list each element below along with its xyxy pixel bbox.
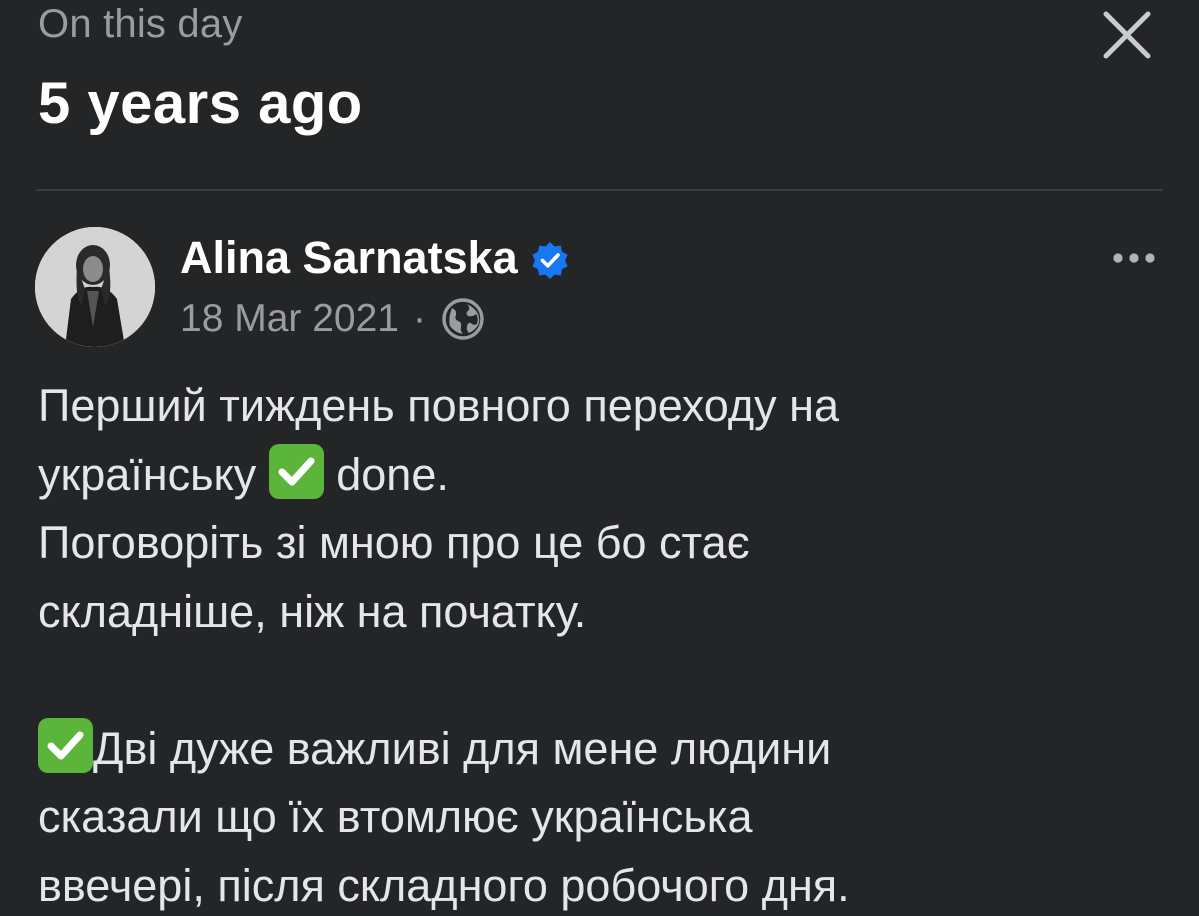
author-name[interactable]: Alina Sarnatska (180, 232, 518, 284)
years-ago-title: 5 years ago (38, 71, 363, 136)
avatar[interactable] (35, 227, 155, 347)
post-line: Перший тиждень повного переходу на (38, 380, 839, 431)
profile-photo (35, 227, 155, 347)
post-line: Дві дуже важливі для мене людини (38, 715, 1178, 784)
author-name-row[interactable]: Alina Sarnatska (180, 232, 570, 284)
post-line-text: done. (323, 448, 449, 500)
check-mark-emoji-icon (38, 717, 93, 773)
post-line: складніше, ніж на початку. (38, 585, 587, 637)
post-line-text: Дві дуже важливі для мене людини (93, 722, 832, 774)
post-date[interactable]: 18 Mar 2021 (180, 297, 399, 341)
post-text: Перший тиждень повного переходу на украї… (38, 372, 1178, 916)
header-divider (36, 189, 1163, 191)
post-meta: 18 Mar 2021 · (180, 296, 486, 342)
close-icon[interactable] (1098, 6, 1156, 64)
post-blank-line (38, 646, 1178, 715)
post-line-text: українську (38, 448, 269, 500)
memory-screen: On this day 5 years ago Alina Sarnatska (0, 0, 1199, 916)
check-mark-emoji-icon (268, 443, 324, 499)
post-line: сказали що їх втомлює українська (38, 791, 753, 842)
verified-badge-icon (532, 242, 568, 279)
on-this-day-label: On this day (38, 2, 243, 46)
post-line: українську done. (38, 441, 1178, 510)
post-line: Поговоріть зі мною про це бо стає (38, 517, 750, 568)
meta-separator: · (412, 297, 426, 340)
post-line: ввечері, після складного робочого дня. (38, 859, 850, 911)
globe-icon[interactable] (440, 296, 486, 342)
more-options-icon[interactable] (1110, 243, 1158, 273)
